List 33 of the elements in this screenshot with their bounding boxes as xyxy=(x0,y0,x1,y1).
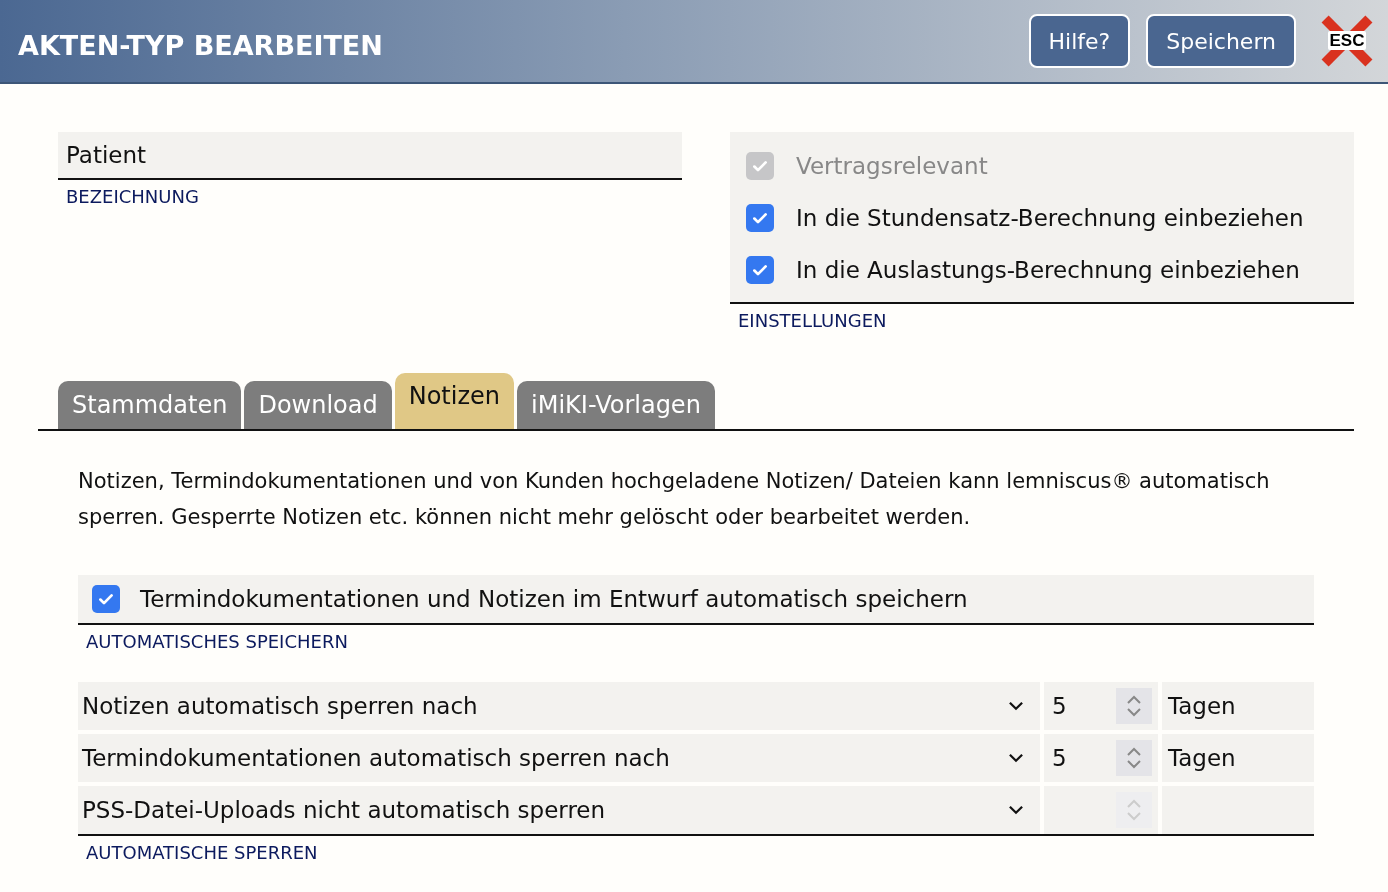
page-title: AKTEN-TYP BEARBEITEN xyxy=(18,29,383,61)
tab[interactable]: Download xyxy=(244,381,392,429)
tab[interactable]: Notizen xyxy=(394,373,515,429)
tab[interactable]: iMiKI-Vorlagen xyxy=(517,381,715,429)
unit-text: Tagen xyxy=(1162,682,1314,730)
dropdown-select[interactable]: Termindokumentationen automatisch sperren nach xyxy=(78,734,1040,782)
number-input-field[interactable]: 5 xyxy=(1044,734,1158,782)
checkbox-label: In die Auslastungs-Berechnung einbeziehen xyxy=(796,257,1300,283)
checkbox[interactable] xyxy=(746,256,774,284)
description-text: Notizen, Termindokumentationen und von Kunden hochgeladene Notizen/ Dateien kann lemniscus® automatisch sperren. Gesperrte Notizen etc. können nicht mehr gelöscht oder bearbeitet werden. xyxy=(78,468,1271,531)
header-button[interactable]: Hilfe? xyxy=(1028,14,1131,68)
section-caption: AUTOMATISCHE SPERREN xyxy=(85,841,319,865)
checkbox-label: In die Stundensatz-Berechnung einbeziehen xyxy=(796,205,1304,231)
number-input-field[interactable]: 5 xyxy=(1044,682,1158,730)
checkbox[interactable] xyxy=(92,585,120,613)
escape-close-button[interactable]: ESC xyxy=(1322,16,1372,66)
spinner-arrows-icon[interactable] xyxy=(1116,688,1152,724)
name-input-field[interactable]: Patient xyxy=(58,132,682,180)
section-caption: AUTOMATISCHES SPEICHERN xyxy=(85,630,349,654)
number-input-field[interactable] xyxy=(1044,786,1158,834)
chevron-down-icon xyxy=(1008,753,1024,763)
checkbox-label: Vertragsrelevant xyxy=(796,153,988,179)
unit-text: Tagen xyxy=(1162,734,1314,782)
chevron-down-icon xyxy=(1008,805,1024,815)
checkbox[interactable] xyxy=(746,204,774,232)
header-button[interactable]: Speichern xyxy=(1146,14,1296,68)
spinner-arrows-icon[interactable] xyxy=(1116,740,1152,776)
dropdown-select[interactable]: Notizen automatisch sperren nach xyxy=(78,682,1040,730)
checkbox-label: Termindokumentationen und Notizen im Entwurf automatisch speichern xyxy=(140,586,968,612)
tab[interactable]: Stammdaten xyxy=(58,381,242,429)
chevron-down-icon xyxy=(1008,701,1024,711)
section-caption: EINSTELLUNGEN xyxy=(737,309,888,333)
field-caption: BEZEICHNUNG xyxy=(65,185,200,209)
